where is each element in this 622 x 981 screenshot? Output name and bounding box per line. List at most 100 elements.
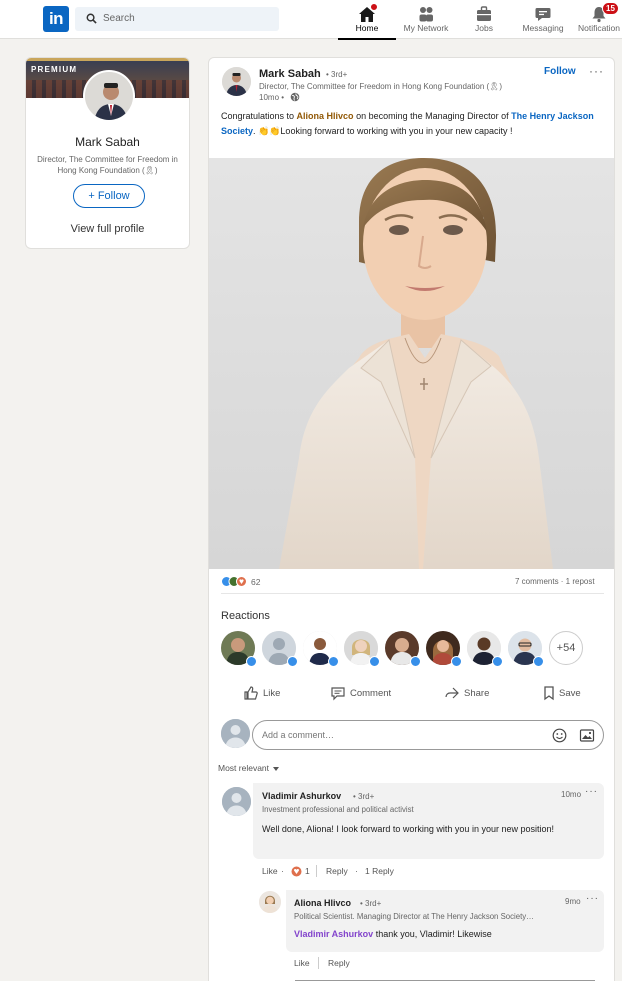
post-more-options-icon[interactable]: ··· <box>589 64 604 78</box>
comments-reposts-count[interactable]: 7 comments · 1 repost <box>515 577 595 586</box>
like-reaction-icon <box>287 656 298 667</box>
image-icon[interactable] <box>579 728 595 743</box>
reply-bubble: Aliona Hlivco • 3rd+ Political Scientist… <box>286 890 604 952</box>
like-reaction-icon <box>410 656 421 667</box>
reply-more-options-icon[interactable]: ··· <box>586 893 599 904</box>
reaction-count: 62 <box>251 577 261 587</box>
search-input[interactable]: Search <box>75 7 279 31</box>
profile-headline: Director, The Committee for Freedom in H… <box>37 155 178 175</box>
nav-messaging[interactable]: Messaging <box>518 0 568 39</box>
comment-reaction-count[interactable]: 1 <box>305 866 310 876</box>
post-image[interactable] <box>209 158 614 569</box>
nav-notifications-label: Notification <box>577 23 621 33</box>
author-headline: Director, The Committee for Freedom in H… <box>259 82 503 91</box>
author-portrait <box>222 67 251 96</box>
view-replies-link[interactable]: 1 Reply <box>365 866 394 876</box>
sort-comments-dropdown[interactable]: Most relevant <box>218 763 280 773</box>
nav-jobs-label: Jobs <box>475 23 493 33</box>
nav-home[interactable]: Home <box>338 0 396 40</box>
mention-aliona-hlivco[interactable]: Aliona Hlivco <box>297 111 354 121</box>
reactor-avatar[interactable] <box>344 631 380 667</box>
home-notification-dot <box>370 3 378 11</box>
sort-label: Most relevant <box>218 763 270 773</box>
reply-body: thank you, Vladimir! Likewise <box>373 929 492 939</box>
commenter-avatar[interactable] <box>222 787 251 816</box>
post-text-middle: on becoming the Managing Director of <box>353 111 512 121</box>
caret-down-icon <box>273 766 280 771</box>
comment-bubble: Vladimir Ashurkov • 3rd+ Investment prof… <box>253 783 604 859</box>
nav-home-label: Home <box>355 23 379 33</box>
comment-timestamp: 10mo <box>561 790 582 799</box>
view-full-profile-link[interactable]: View full profile <box>26 223 189 235</box>
emoji-icon[interactable] <box>552 728 567 743</box>
replier-headline: Political Scientist. Managing Director a… <box>294 912 534 921</box>
top-navigation: in Search Home My Network Jobs Messaging… <box>0 0 622 40</box>
like-label: Like <box>263 688 281 699</box>
reactor-avatar[interactable] <box>508 631 544 667</box>
feed-post: Mark Sabah • 3rd+ Director, The Committe… <box>208 57 615 981</box>
like-reaction-icon <box>492 656 503 667</box>
notification-badge: 15 <box>602 2 619 15</box>
reactor-avatar[interactable] <box>262 631 298 667</box>
profile-name[interactable]: Mark Sabah <box>26 135 189 149</box>
author-name[interactable]: Mark Sabah <box>259 68 321 80</box>
nav-jobs[interactable]: Jobs <box>468 0 500 39</box>
more-reactors-button[interactable]: +54 <box>549 631 583 665</box>
comment-text: Well done, Aliona! I look forward to wor… <box>262 824 554 834</box>
reactor-avatar[interactable] <box>467 631 503 667</box>
author-degree: • 3rd+ <box>326 70 348 79</box>
reactor-avatar[interactable] <box>426 631 462 667</box>
save-label: Save <box>559 688 581 699</box>
reactor-avatar[interactable] <box>385 631 421 667</box>
reactor-avatar[interactable] <box>303 631 339 667</box>
author-avatar[interactable] <box>222 67 251 96</box>
reply-reply-button[interactable]: Reply <box>328 958 350 968</box>
post-follow-button[interactable]: Follow <box>544 66 576 77</box>
search-placeholder: Search <box>103 13 135 24</box>
replier-degree: • 3rd+ <box>360 899 382 908</box>
nav-my-network[interactable]: My Network <box>400 0 452 39</box>
separator <box>316 865 317 877</box>
reaction-icons <box>221 576 247 587</box>
nav-notifications[interactable]: 15 Notification <box>576 0 622 39</box>
follow-button[interactable]: + Follow <box>73 184 145 208</box>
network-icon <box>419 7 433 22</box>
bookmark-icon <box>544 686 554 701</box>
commenter-headline: Investment professional and political ac… <box>262 805 414 814</box>
separator <box>318 957 319 969</box>
portrait-photo <box>209 158 614 569</box>
comment-more-options-icon[interactable]: ··· <box>585 786 598 797</box>
share-arrow-icon <box>445 687 459 699</box>
comment-reply-button[interactable]: Reply <box>326 866 348 876</box>
profile-card: PREMIUM Mark Sabah Director, The Committ… <box>25 57 190 249</box>
nav-my-network-label: My Network <box>403 23 449 33</box>
messaging-icon <box>535 8 551 21</box>
search-icon <box>86 13 97 24</box>
like-reaction-icon <box>533 656 544 667</box>
comment-like-button[interactable]: Like <box>262 866 278 876</box>
globe-icon <box>290 92 300 102</box>
jobs-icon <box>477 6 491 21</box>
reply-like-button[interactable]: Like <box>294 958 310 968</box>
dot-separator: · <box>281 866 284 876</box>
linkedin-logo-icon[interactable]: in <box>43 6 69 32</box>
thumbs-up-icon <box>244 686 258 700</box>
avatar[interactable] <box>83 70 135 122</box>
current-user-avatar <box>221 719 250 748</box>
avatar-portrait <box>85 72 133 120</box>
replier-avatar[interactable] <box>259 891 281 913</box>
commenter-degree: • 3rd+ <box>353 792 375 801</box>
reactor-avatar[interactable] <box>221 631 257 667</box>
like-reaction-icon <box>369 656 380 667</box>
heart-reaction-icon <box>291 866 302 877</box>
dot-separator: · <box>355 866 358 876</box>
like-reaction-icon <box>451 656 462 667</box>
comment-icon <box>331 687 345 701</box>
add-comment-input[interactable]: Add a comment… <box>252 720 604 750</box>
commenter-name[interactable]: Vladimir Ashurkov <box>262 791 341 801</box>
reactions-heading: Reactions <box>221 610 270 622</box>
mention-vladimir-ashurkov[interactable]: Vladimir Ashurkov <box>294 929 373 939</box>
post-text-suffix: . 👏👏Looking forward to working with you … <box>253 125 513 136</box>
post-body: Congratulations to Aliona Hlivco on beco… <box>221 109 601 138</box>
replier-name[interactable]: Aliona Hlivco <box>294 898 351 908</box>
